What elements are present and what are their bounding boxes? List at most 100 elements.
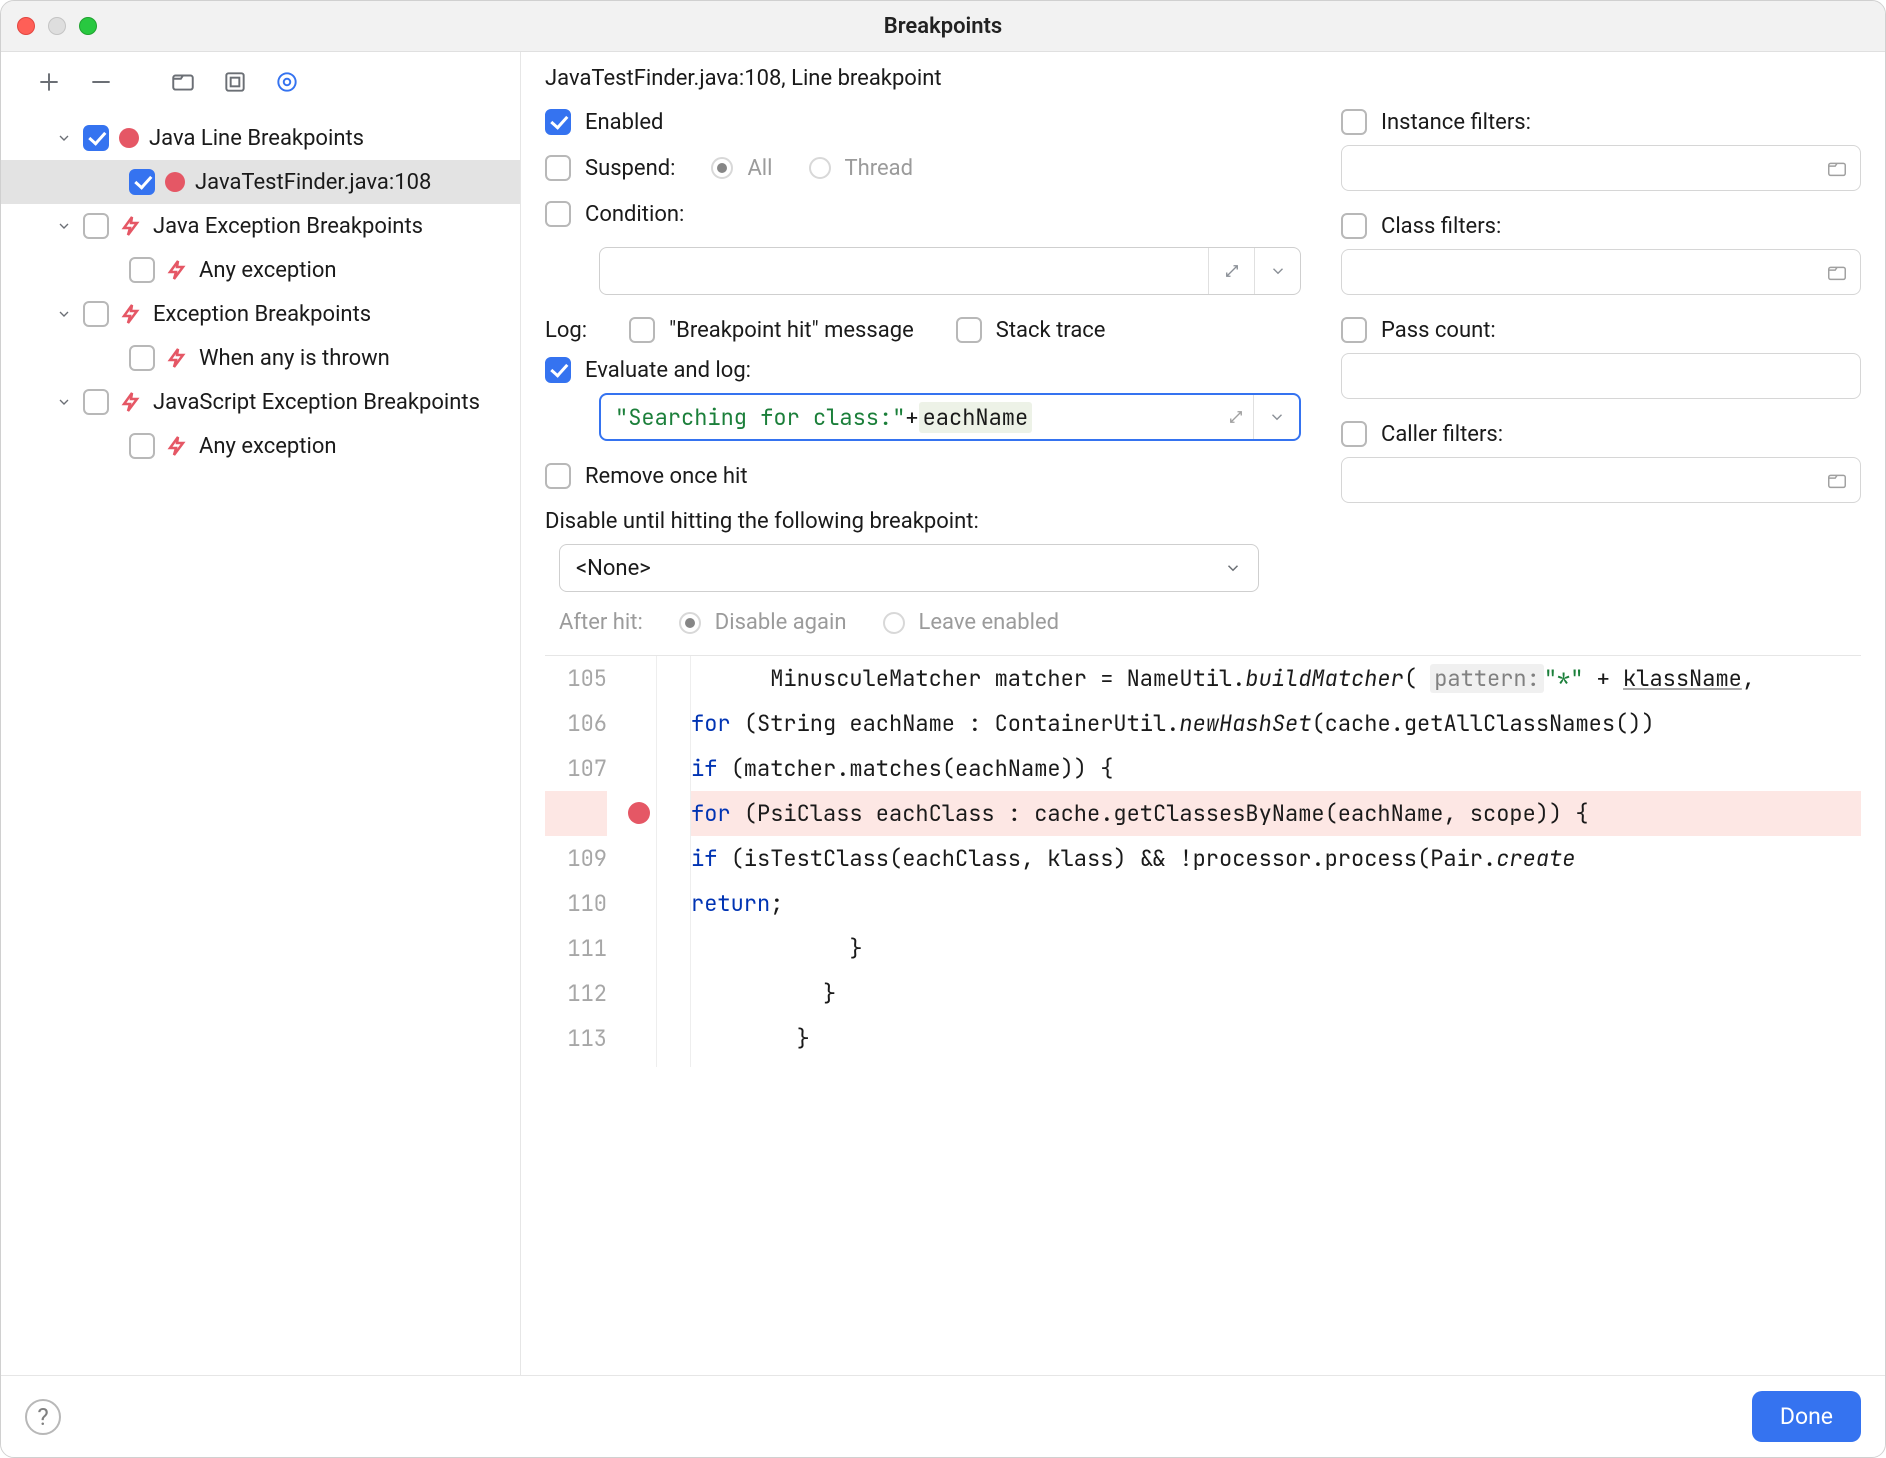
tree-label: Any exception bbox=[199, 434, 337, 459]
code-area[interactable]: MinusculeMatcher matcher = NameUtil.buil… bbox=[691, 656, 1861, 1067]
pass-count-field[interactable] bbox=[1341, 353, 1861, 399]
tree-checkbox[interactable] bbox=[83, 301, 109, 327]
tree-group[interactable]: Exception Breakpoints bbox=[1, 292, 520, 336]
exception-icon bbox=[119, 390, 143, 414]
caller-filters-label: Caller filters: bbox=[1381, 422, 1503, 447]
tree-checkbox[interactable] bbox=[83, 213, 109, 239]
condition-checkbox[interactable] bbox=[545, 201, 571, 227]
tree-checkbox[interactable] bbox=[129, 433, 155, 459]
code-line: MinusculeMatcher matcher = NameUtil.buil… bbox=[691, 656, 1861, 701]
evaluate-log-checkbox[interactable] bbox=[545, 357, 571, 383]
instance-filters-checkbox[interactable] bbox=[1341, 109, 1367, 135]
dialog-body: Java Line BreakpointsJavaTestFinder.java… bbox=[1, 51, 1885, 1457]
after-hit-leave-radio[interactable] bbox=[883, 612, 905, 634]
tree-item[interactable]: Any exception bbox=[1, 424, 520, 468]
tree-item[interactable]: When any is thrown bbox=[1, 336, 520, 380]
sidebar: Java Line Breakpoints JavaTestFinder.java… bbox=[1, 52, 521, 1375]
disable-until-label: Disable until hitting the following brea… bbox=[545, 509, 1301, 534]
exception-icon bbox=[165, 434, 189, 458]
class-filters-checkbox[interactable] bbox=[1341, 213, 1367, 239]
group-by-file-button[interactable] bbox=[165, 64, 201, 100]
suspend-all-radio[interactable] bbox=[711, 157, 733, 179]
sidebar-toolbar bbox=[1, 52, 520, 112]
tree-checkbox[interactable] bbox=[83, 389, 109, 415]
condition-label: Condition: bbox=[585, 202, 684, 227]
breakpoint-dot-icon bbox=[165, 172, 185, 192]
line-numbers: 105106107109110111112113 bbox=[545, 656, 623, 1067]
tree-item[interactable]: Any exception bbox=[1, 248, 520, 292]
code-line: } bbox=[691, 1016, 1861, 1061]
tree-label: JavaScript Exception Breakpoints bbox=[153, 390, 480, 415]
tree-label: When any is thrown bbox=[199, 346, 390, 371]
eval-op-token: + bbox=[905, 403, 918, 432]
titlebar: Breakpoints bbox=[1, 1, 1885, 51]
class-filters-field[interactable] bbox=[1341, 249, 1861, 295]
enabled-checkbox[interactable] bbox=[545, 109, 571, 135]
instance-filters-field[interactable] bbox=[1341, 145, 1861, 191]
instance-filters-label: Instance filters: bbox=[1381, 110, 1531, 135]
tree-group[interactable]: Java Line Breakpoints bbox=[1, 116, 520, 160]
suspend-label: Suspend: bbox=[585, 156, 675, 181]
eval-string-token: "Searching for class:" bbox=[615, 403, 905, 432]
caller-filters-checkbox[interactable] bbox=[1341, 421, 1367, 447]
pass-count-checkbox[interactable] bbox=[1341, 317, 1367, 343]
evaluate-log-field[interactable]: "Searching for class:" + eachName bbox=[599, 393, 1301, 441]
exception-icon bbox=[119, 214, 143, 238]
suspend-thread-radio[interactable] bbox=[809, 157, 831, 179]
breakpoints-dialog: Breakpoints Java Line BreakpointsJavaTes… bbox=[0, 0, 1886, 1458]
details-pane: JavaTestFinder.java:108, Line breakpoint… bbox=[521, 52, 1885, 1375]
exception-icon bbox=[165, 258, 189, 282]
footer: ? Done bbox=[1, 1375, 1885, 1457]
tree-label: Java Exception Breakpoints bbox=[153, 214, 423, 239]
after-hit-disable-radio[interactable] bbox=[679, 612, 701, 634]
after-hit-leave-label: Leave enabled bbox=[919, 610, 1060, 635]
tree-group[interactable]: Java Exception Breakpoints bbox=[1, 204, 520, 248]
folder-icon bbox=[1826, 261, 1848, 283]
disable-until-select[interactable]: <None> bbox=[559, 544, 1259, 592]
chevron-down-icon bbox=[1224, 559, 1242, 577]
breakpoints-tree[interactable]: Java Line Breakpoints JavaTestFinder.java… bbox=[1, 112, 520, 1375]
done-button[interactable]: Done bbox=[1752, 1391, 1861, 1442]
exception-icon bbox=[119, 302, 143, 326]
remove-breakpoint-button[interactable] bbox=[83, 64, 119, 100]
remove-once-checkbox[interactable] bbox=[545, 463, 571, 489]
class-filters-label: Class filters: bbox=[1381, 214, 1501, 239]
log-hit-label: "Breakpoint hit" message bbox=[669, 318, 914, 343]
enabled-label: Enabled bbox=[585, 110, 663, 135]
suspend-checkbox[interactable] bbox=[545, 155, 571, 181]
tree-group[interactable]: JavaScript Exception Breakpoints bbox=[1, 380, 520, 424]
evaluate-log-label: Evaluate and log: bbox=[585, 358, 751, 383]
breakpoint-marker[interactable] bbox=[628, 802, 650, 824]
view-options-button[interactable] bbox=[269, 64, 305, 100]
code-line: return; bbox=[691, 881, 1861, 926]
tree-label: Exception Breakpoints bbox=[153, 302, 371, 327]
chevron-down-icon[interactable] bbox=[1254, 248, 1300, 294]
code-line: for (String eachName : ContainerUtil.new… bbox=[691, 701, 1861, 746]
code-line: for (PsiClass eachClass : cache.getClass… bbox=[691, 791, 1861, 836]
log-stack-label: Stack trace bbox=[996, 318, 1106, 343]
log-stack-checkbox[interactable] bbox=[956, 317, 982, 343]
code-line: } bbox=[691, 971, 1861, 1016]
condition-field[interactable] bbox=[599, 247, 1301, 295]
tree-checkbox[interactable] bbox=[129, 169, 155, 195]
tree-label: JavaTestFinder.java:108 bbox=[195, 170, 431, 195]
breakpoint-title: JavaTestFinder.java:108, Line breakpoint bbox=[545, 66, 1861, 91]
folder-icon bbox=[1826, 157, 1848, 179]
breakpoint-gutter[interactable] bbox=[623, 656, 657, 1067]
tree-checkbox[interactable] bbox=[129, 345, 155, 371]
caller-filters-field[interactable] bbox=[1341, 457, 1861, 503]
expand-icon[interactable] bbox=[1208, 248, 1254, 294]
after-hit-disable-label: Disable again bbox=[715, 610, 847, 635]
chevron-down-icon[interactable] bbox=[1253, 395, 1299, 439]
tree-checkbox[interactable] bbox=[83, 125, 109, 151]
group-by-package-button[interactable] bbox=[217, 64, 253, 100]
log-label: Log: bbox=[545, 318, 587, 343]
tree-checkbox[interactable] bbox=[129, 257, 155, 283]
tree-item[interactable]: JavaTestFinder.java:108 bbox=[1, 160, 520, 204]
expand-icon[interactable] bbox=[1219, 395, 1253, 439]
exception-icon bbox=[165, 346, 189, 370]
help-button[interactable]: ? bbox=[25, 1399, 61, 1435]
pass-count-label: Pass count: bbox=[1381, 318, 1496, 343]
log-hit-checkbox[interactable] bbox=[629, 317, 655, 343]
add-breakpoint-button[interactable] bbox=[31, 64, 67, 100]
